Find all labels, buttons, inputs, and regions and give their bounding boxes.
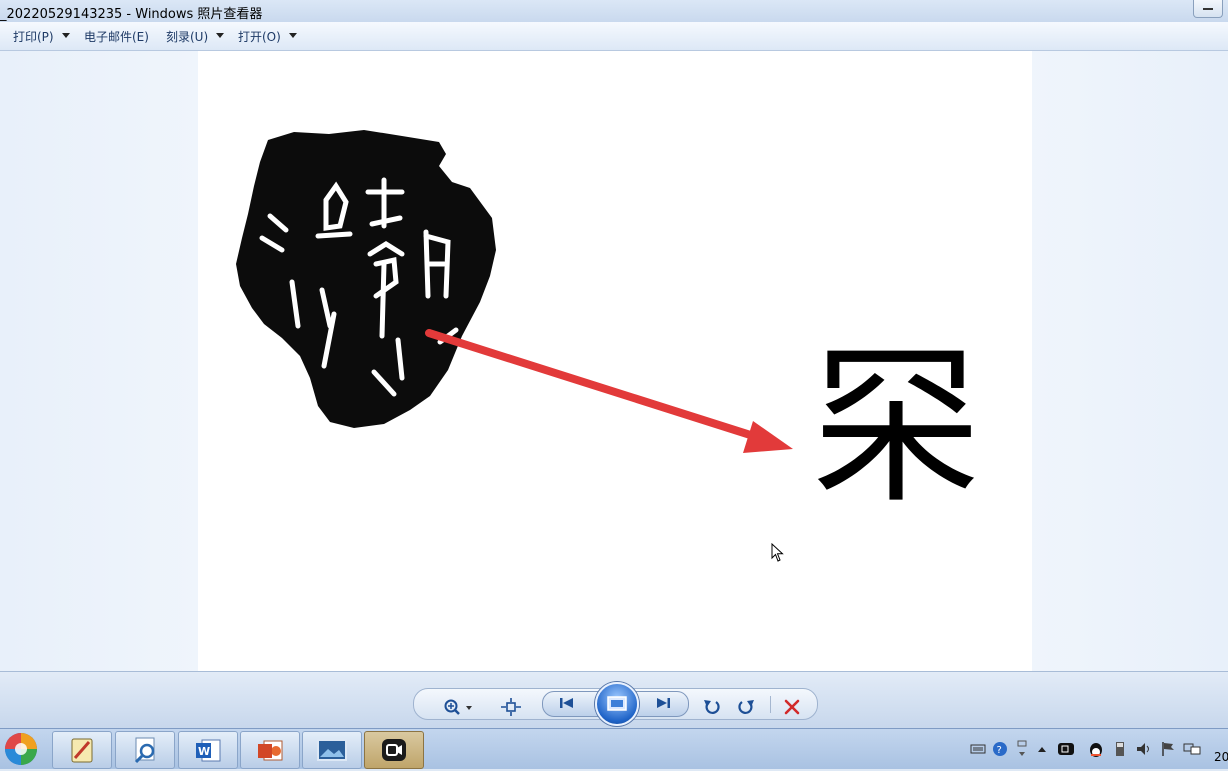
- zoom-button[interactable]: [442, 697, 476, 717]
- photo-canvas: 罙: [198, 51, 1032, 671]
- next-button[interactable]: [651, 693, 675, 713]
- slideshow-button[interactable]: [595, 682, 639, 726]
- menu-bar: 打印(P) 电子邮件(E) 刻录(U) 打开(O): [0, 22, 1228, 51]
- minimize-button[interactable]: [1193, 0, 1223, 18]
- rotate-ccw-icon: [704, 700, 720, 714]
- menu-open-label: 打开(O): [238, 30, 281, 44]
- taskbar-powerpoint[interactable]: [240, 731, 300, 769]
- start-orb-icon: [5, 733, 37, 765]
- camera-tray-icon[interactable]: [1056, 729, 1076, 769]
- svg-text:W: W: [198, 745, 210, 758]
- menu-burn-label: 刻录(U): [166, 30, 209, 44]
- chevron-down-icon[interactable]: [288, 33, 297, 38]
- menu-print[interactable]: 打印(P): [13, 28, 70, 44]
- slideshow-icon: [607, 696, 627, 711]
- mouse-cursor-icon: [771, 543, 784, 562]
- taskbar-word[interactable]: W: [178, 731, 238, 769]
- title-bar: _20220529143235 - Windows 照片查看器: [0, 0, 1228, 22]
- taskbar-camera-app[interactable]: [364, 731, 424, 769]
- network-icon[interactable]: [1182, 729, 1202, 769]
- powerpoint-icon: [258, 740, 283, 761]
- start-button[interactable]: [2, 730, 40, 768]
- actual-size-button[interactable]: [499, 697, 523, 717]
- menu-email[interactable]: 电子邮件(E): [84, 28, 149, 44]
- notepad-pen-icon: [71, 738, 93, 763]
- menu-print-label: 打印(P): [13, 30, 54, 44]
- rotate-cw-icon: [738, 700, 754, 714]
- menu-burn[interactable]: 刻录(U): [166, 28, 225, 44]
- search-app-icon: [134, 737, 155, 764]
- word-icon: W: [196, 739, 221, 762]
- chevron-down-icon[interactable]: [216, 33, 225, 38]
- taskbar-photo-viewer[interactable]: [302, 731, 362, 769]
- previous-button[interactable]: [555, 693, 579, 713]
- delete-button[interactable]: [780, 697, 804, 717]
- photo-viewer-area: 罙: [0, 51, 1228, 671]
- control-divider: [770, 696, 771, 713]
- menu-email-label: 电子邮件(E): [84, 30, 149, 44]
- camera-app-icon: [382, 739, 406, 761]
- clock-text[interactable]: 20: [1214, 750, 1228, 764]
- usb-device-icon[interactable]: [1110, 729, 1130, 769]
- taskbar-search-app[interactable]: [115, 731, 175, 769]
- volume-icon[interactable]: [1134, 729, 1154, 769]
- svg-text:?: ?: [997, 745, 1002, 756]
- taskbar: W ? 20: [0, 728, 1228, 769]
- show-hidden-icons-icon[interactable]: [1032, 729, 1052, 769]
- taskbar-notepad[interactable]: [52, 731, 112, 769]
- chevron-down-icon[interactable]: [61, 33, 70, 38]
- keyboard-icon[interactable]: [968, 729, 988, 769]
- photo-viewer-icon: [317, 739, 347, 761]
- minimize-icon: [1203, 8, 1213, 10]
- action-center-flag-icon[interactable]: [1158, 729, 1178, 769]
- help-icon[interactable]: ?: [990, 729, 1010, 769]
- menu-open[interactable]: 打开(O): [238, 28, 297, 44]
- window-title: _20220529143235 - Windows 照片查看器: [0, 7, 263, 22]
- ime-toggle-icon[interactable]: [1012, 729, 1032, 769]
- rotate-ccw-button[interactable]: [700, 697, 724, 717]
- qq-penguin-icon[interactable]: [1086, 729, 1106, 769]
- delete-icon: [784, 699, 800, 715]
- red-arrow: [425, 329, 793, 453]
- next-icon: [657, 698, 670, 708]
- rotate-cw-button[interactable]: [734, 697, 758, 717]
- previous-icon: [560, 698, 573, 708]
- zoom-icon: [444, 699, 472, 715]
- actual-size-icon: [501, 698, 521, 716]
- control-bar: [0, 671, 1228, 729]
- control-pill: [413, 682, 818, 726]
- modern-character: 罙: [810, 326, 982, 527]
